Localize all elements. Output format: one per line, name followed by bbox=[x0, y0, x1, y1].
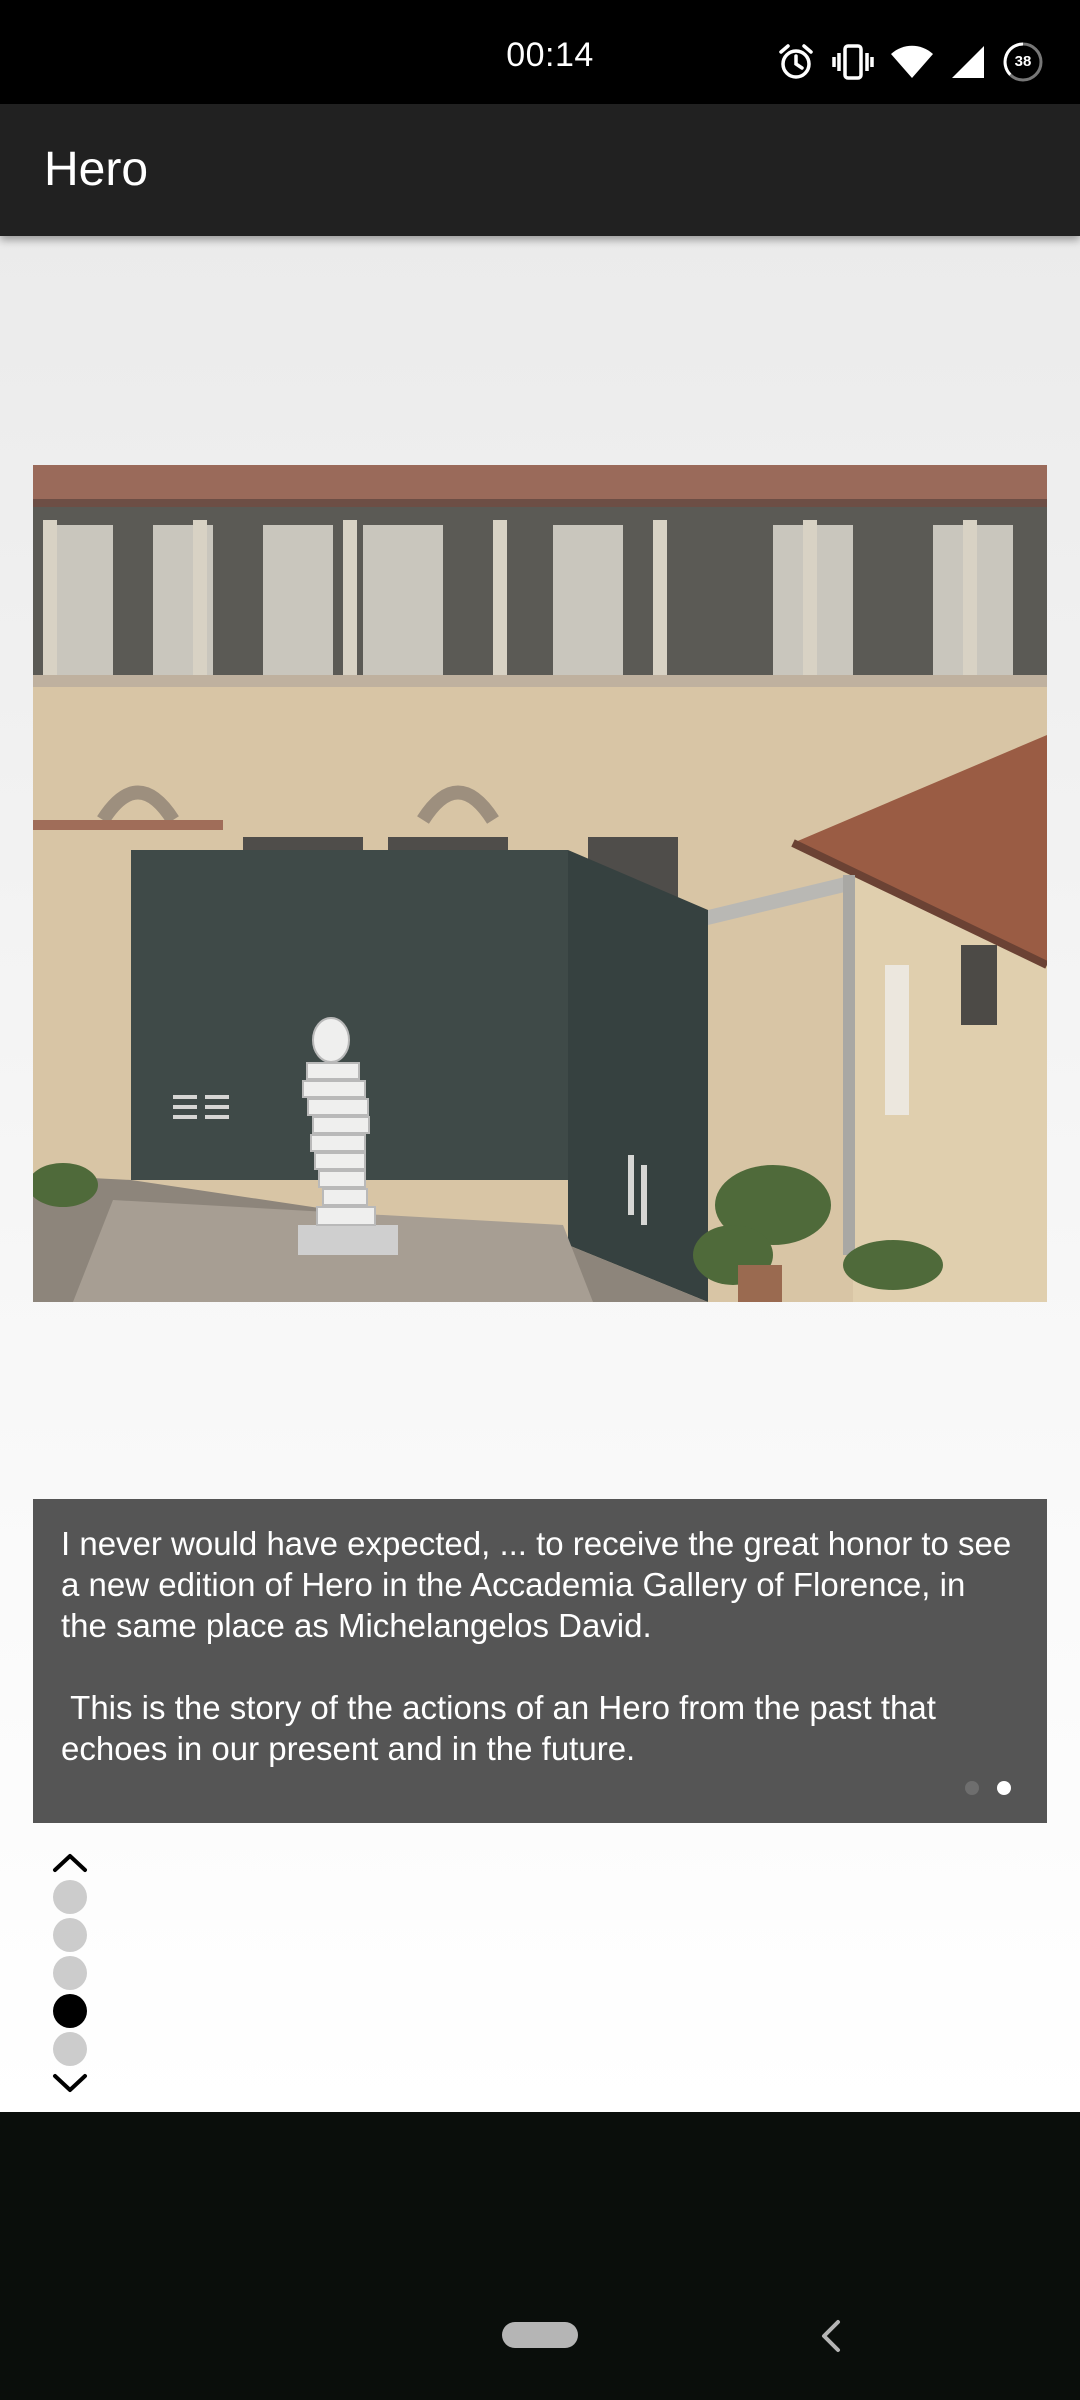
app-bar: Hero bbox=[0, 104, 1080, 236]
status-bar: 00:14 38 bbox=[0, 0, 1080, 104]
status-icons: 38 bbox=[776, 40, 1044, 84]
app-title: Hero bbox=[44, 143, 149, 196]
alarm-icon bbox=[779, 44, 813, 79]
section-dot[interactable] bbox=[53, 1918, 87, 1952]
section-dot[interactable] bbox=[53, 1880, 87, 1914]
caption-paragraph-1: I never would have expected, ... to rece… bbox=[61, 1525, 1021, 1644]
section-navigator bbox=[50, 1848, 90, 2098]
chevron-down-icon[interactable] bbox=[50, 2068, 90, 2098]
section-dot[interactable] bbox=[53, 2032, 87, 2066]
section-dot[interactable] bbox=[53, 1956, 87, 1990]
main-content: I never would have expected, ... to rece… bbox=[0, 236, 1080, 2248]
back-chevron-icon[interactable] bbox=[818, 2318, 844, 2354]
caption-paragraph-2: This is the story of the actions of an H… bbox=[61, 1689, 946, 1767]
section-dot-active[interactable] bbox=[53, 1994, 87, 2028]
hero-photo[interactable] bbox=[33, 465, 1047, 1302]
home-pill-icon[interactable] bbox=[502, 2322, 578, 2348]
signal-icon bbox=[952, 46, 984, 78]
caption-page-indicator bbox=[965, 1781, 1011, 1795]
system-navigation-bar bbox=[0, 2112, 1080, 2400]
caption-card[interactable]: I never would have expected, ... to rece… bbox=[33, 1499, 1047, 1823]
battery-level: 38 bbox=[1014, 53, 1032, 70]
page-dot-active[interactable] bbox=[997, 1781, 1011, 1795]
vibrate-icon bbox=[832, 44, 874, 80]
battery-icon: 38 bbox=[1002, 41, 1044, 83]
statue-courtyard-image bbox=[33, 465, 1047, 1302]
page-dot[interactable] bbox=[965, 1781, 979, 1795]
wifi-icon bbox=[891, 45, 933, 78]
chevron-up-icon[interactable] bbox=[50, 1848, 90, 1878]
